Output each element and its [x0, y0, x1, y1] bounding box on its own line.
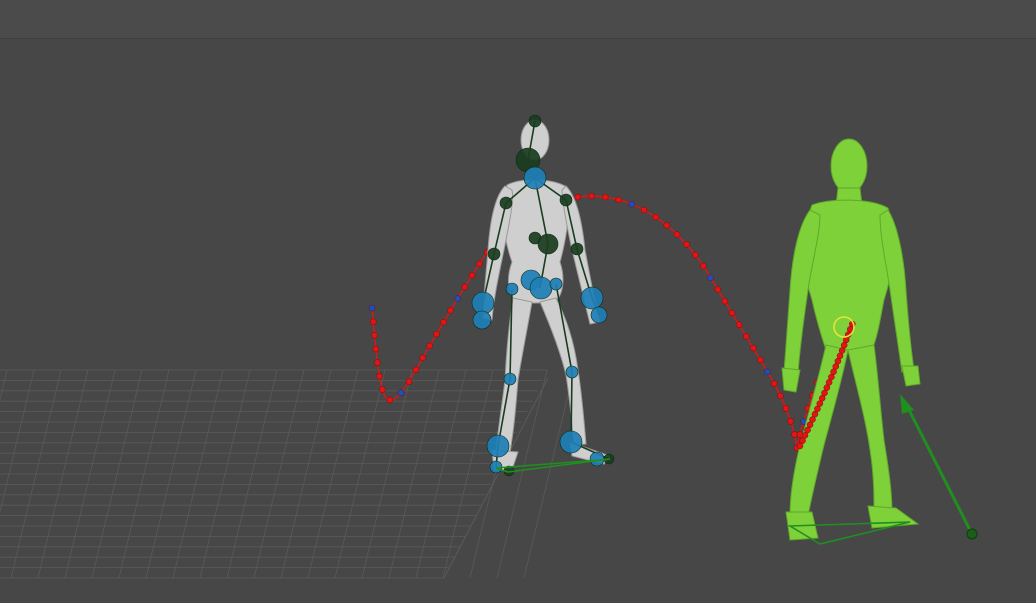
- trajectory-keys[interactable]: [368, 192, 857, 452]
- trajectory-point[interactable]: [673, 231, 681, 238]
- trajectory-key-point[interactable]: [368, 304, 376, 312]
- target-right-leg: [847, 344, 893, 513]
- trajectory-key-point[interactable]: [764, 368, 771, 376]
- joint-left-hand[interactable]: [472, 310, 492, 330]
- trajectory-point[interactable]: [476, 260, 483, 268]
- trajectory-point[interactable]: [782, 405, 790, 412]
- trajectory-key-point[interactable]: [397, 389, 405, 397]
- trajectory-point[interactable]: [777, 392, 784, 400]
- target-left-hand: [781, 367, 801, 393]
- target-character[interactable]: [781, 138, 921, 541]
- trajectory-point[interactable]: [742, 333, 750, 340]
- trajectory-point[interactable]: [714, 286, 721, 293]
- trajectory-point[interactable]: [419, 354, 426, 362]
- trajectory-point[interactable]: [663, 222, 671, 229]
- joint-right-hand[interactable]: [590, 306, 608, 324]
- target-right-foot: [867, 505, 920, 529]
- trajectory-key-point[interactable]: [707, 274, 714, 281]
- trajectory-point[interactable]: [787, 418, 794, 425]
- trajectory-point[interactable]: [376, 372, 383, 380]
- joint-right-ankle[interactable]: [559, 430, 583, 454]
- joint-chest[interactable]: [523, 166, 547, 190]
- root-handle-knob[interactable]: [966, 528, 978, 540]
- trajectory-point[interactable]: [652, 213, 660, 221]
- root-handle-arrowhead: [900, 394, 914, 414]
- trajectory-point[interactable]: [750, 344, 757, 352]
- floor-grid: [0, 369, 575, 579]
- trajectory-point[interactable]: [447, 307, 454, 314]
- trajectory-point[interactable]: [370, 318, 377, 325]
- trajectory-point[interactable]: [440, 319, 447, 326]
- joint-left-shoulder[interactable]: [499, 196, 513, 210]
- trajectory-point[interactable]: [601, 193, 609, 201]
- trajectory-point[interactable]: [374, 359, 381, 366]
- trajectory-point[interactable]: [461, 283, 469, 291]
- trajectory-point[interactable]: [791, 431, 798, 438]
- trajectory-point[interactable]: [683, 241, 690, 248]
- root-handle-line: [904, 403, 974, 535]
- trajectory-point[interactable]: [371, 332, 378, 339]
- joint-left-hip[interactable]: [505, 282, 519, 296]
- trajectory-point[interactable]: [468, 272, 476, 279]
- joint-right-knee[interactable]: [565, 365, 579, 379]
- joint-left-wrist[interactable]: [471, 291, 495, 315]
- trajectory-point[interactable]: [405, 378, 413, 385]
- trajectory-point[interactable]: [574, 193, 582, 201]
- trajectory-point[interactable]: [757, 356, 764, 364]
- scene-canvas[interactable]: [0, 39, 1036, 603]
- joint-right-shoulder[interactable]: [559, 193, 573, 207]
- trajectory-point[interactable]: [615, 196, 622, 204]
- trajectory-point[interactable]: [433, 330, 440, 338]
- trajectory-point[interactable]: [379, 386, 386, 393]
- joint-right-elbow[interactable]: [570, 242, 584, 256]
- 3d-viewport[interactable]: [0, 39, 1036, 603]
- joint-left-knee[interactable]: [503, 372, 517, 386]
- viewport-toolbar: [0, 0, 1036, 39]
- trajectory-point[interactable]: [640, 206, 648, 214]
- trajectory-point[interactable]: [692, 251, 699, 259]
- joint-right-hip[interactable]: [549, 277, 563, 291]
- trajectory-point[interactable]: [735, 321, 743, 328]
- trajectory-point[interactable]: [588, 192, 595, 200]
- trajectory-point[interactable]: [700, 262, 707, 270]
- joint-right-wrist[interactable]: [580, 286, 604, 310]
- trajectory-key-point[interactable]: [454, 295, 461, 302]
- trajectory-point[interactable]: [770, 380, 778, 387]
- target-right-hand: [901, 365, 921, 387]
- trajectory-point[interactable]: [372, 345, 380, 353]
- joint-abdomen[interactable]: [537, 233, 559, 255]
- root-direction-handle[interactable]: [900, 394, 978, 540]
- target-head: [830, 138, 868, 194]
- grid-edge: [443, 377, 549, 579]
- joint-hip-center[interactable]: [529, 276, 553, 300]
- joint-left-ankle[interactable]: [486, 434, 510, 458]
- trajectory-key-point[interactable]: [628, 200, 635, 208]
- joint-head[interactable]: [528, 114, 542, 128]
- trajectory-point[interactable]: [386, 396, 394, 404]
- trajectory-point[interactable]: [721, 297, 729, 305]
- joint-left-elbow[interactable]: [487, 247, 501, 261]
- trajectory-point[interactable]: [728, 309, 736, 317]
- trajectory-point[interactable]: [426, 342, 433, 350]
- joint-right-toe[interactable]: [589, 451, 605, 467]
- trajectory-point[interactable]: [412, 366, 420, 373]
